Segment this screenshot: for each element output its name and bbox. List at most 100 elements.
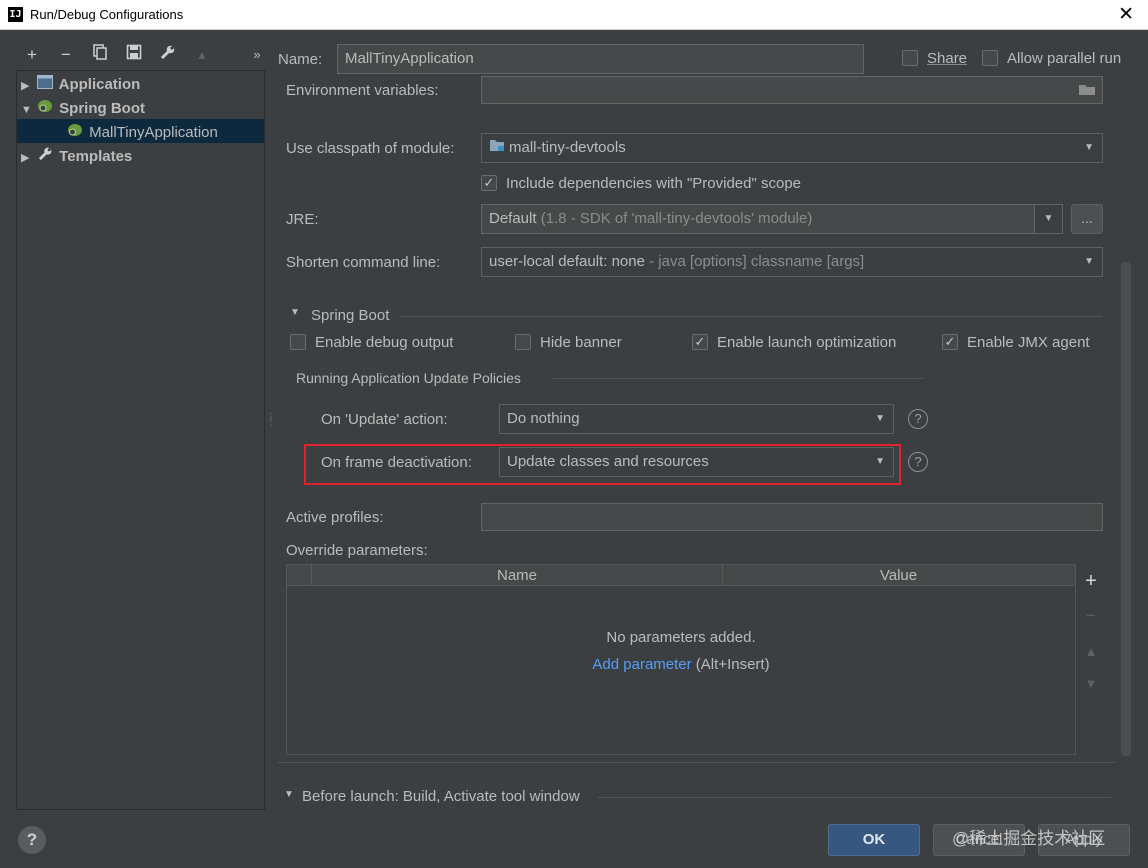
hide-banner-label: Hide banner (540, 334, 622, 351)
chevron-down-icon[interactable]: ▼ (1034, 205, 1062, 233)
section-divider (553, 378, 923, 379)
classpath-select[interactable]: mall-tiny-devtools ▼ (481, 133, 1103, 163)
configuration-tree: ▶ Application ▼ Spring Boot MallTinyAppl… (16, 70, 265, 810)
tree-item-label: MallTinyApplication (89, 124, 218, 141)
frame-deactivation-select[interactable]: Update classes and resources ▼ (499, 447, 894, 477)
shorten-cmd-value: user-local default: none (489, 253, 645, 270)
watermark-text: @稀土掘金技术社区 (952, 829, 1106, 848)
splitter-handle[interactable]: ⋮ ⋮ (266, 413, 276, 435)
remove-icon[interactable]: − (55, 44, 77, 66)
expand-arrow-icon[interactable]: ▶ (21, 74, 35, 98)
launch-optimization-checkbox[interactable]: ✓ (692, 334, 708, 350)
classpath-value: mall-tiny-devtools (509, 139, 626, 156)
override-params-label: Override parameters: (286, 542, 428, 559)
add-parameter-row: Add parameter (Alt+Insert) (287, 656, 1075, 673)
frame-deactivation-label: On frame deactivation: (321, 454, 472, 471)
jre-detail: (1.8 - SDK of 'mall-tiny-devtools' modul… (536, 210, 813, 227)
intellij-icon: IJ (8, 7, 23, 22)
shorten-cmd-select[interactable]: user-local default: none - java [options… (481, 247, 1103, 277)
move-down-icon[interactable]: ▼ (1078, 676, 1104, 691)
tree-item-mall-tiny-application[interactable]: MallTinyApplication (65, 120, 218, 144)
help-button[interactable]: ? (18, 826, 46, 854)
chevron-down-icon: ▼ (1084, 142, 1094, 153)
parallel-run-checkbox[interactable] (982, 50, 998, 66)
jre-label: JRE: (286, 211, 319, 228)
jre-select[interactable]: Default (1.8 - SDK of 'mall-tiny-devtool… (481, 204, 1063, 234)
move-up-icon[interactable]: ▲ (191, 44, 213, 66)
more-icon[interactable]: » (246, 44, 268, 66)
add-icon[interactable]: + (21, 44, 43, 66)
debug-output-checkbox[interactable] (290, 334, 306, 350)
add-icon[interactable]: + (1078, 570, 1104, 593)
before-launch-collapse-icon[interactable]: ▼ (284, 789, 294, 800)
section-collapse-icon[interactable]: ▼ (290, 307, 300, 318)
update-action-value: Do nothing (507, 410, 580, 427)
section-divider (598, 797, 1111, 798)
include-deps-checkbox[interactable]: ✓ (481, 175, 497, 191)
jre-value: Default (489, 210, 537, 227)
folder-icon[interactable] (1078, 79, 1096, 103)
env-vars-label: Environment variables: (286, 82, 439, 99)
jre-browse-button[interactable]: ... (1071, 204, 1103, 234)
expand-arrow-icon[interactable]: ▶ (21, 146, 35, 170)
chevron-down-icon: ▼ (875, 456, 885, 467)
parallel-run-label: Allow parallel run (1007, 50, 1122, 67)
shorten-cmd-label: Shorten command line: (286, 254, 441, 271)
shorten-cmd-detail: - java [options] classname [args] (644, 253, 865, 270)
close-icon[interactable]: ✕ (1118, 3, 1134, 26)
spring-boot-icon (35, 96, 55, 120)
chevron-down-icon: ▼ (875, 413, 885, 424)
update-policies-title: Running Application Update Policies (296, 370, 521, 386)
update-action-select[interactable]: Do nothing ▼ (499, 404, 894, 434)
before-launch-label: Before launch: Build, Activate tool wind… (302, 788, 580, 805)
share-checkbox[interactable] (902, 50, 918, 66)
tree-item-label: Application (58, 76, 141, 93)
table-header-spacer (287, 565, 311, 586)
help-icon[interactable]: ? (908, 409, 928, 429)
active-profiles-label: Active profiles: (286, 509, 384, 526)
tree-item-application[interactable]: ▶ Application (21, 72, 140, 96)
update-action-label: On 'Update' action: (321, 411, 448, 428)
panel-bottom-border (278, 762, 1115, 763)
launch-optimization-label: Enable launch optimization (717, 334, 897, 351)
tree-item-spring-boot[interactable]: ▼ Spring Boot (21, 96, 145, 120)
collapse-arrow-icon[interactable]: ▼ (21, 98, 35, 122)
window-titlebar: IJ Run/Debug Configurations ✕ (0, 0, 1148, 30)
jmx-agent-label: Enable JMX agent (967, 334, 1090, 351)
hide-banner-checkbox[interactable] (515, 334, 531, 350)
window-title: Run/Debug Configurations (30, 7, 184, 22)
share-label: Share (927, 50, 968, 67)
add-parameter-shortcut: (Alt+Insert) (691, 656, 770, 673)
help-icon[interactable]: ? (908, 452, 928, 472)
table-header: Name Value (287, 565, 1075, 586)
tree-item-templates[interactable]: ▶ Templates (21, 144, 132, 168)
include-deps-label: Include dependencies with "Provided" sco… (506, 175, 802, 192)
add-parameter-link[interactable]: Add parameter (592, 656, 691, 673)
env-vars-input[interactable] (481, 76, 1103, 104)
remove-icon[interactable]: − (1078, 606, 1104, 626)
tree-item-label: Spring Boot (59, 100, 145, 117)
name-label: Name: (278, 51, 323, 68)
section-divider (401, 316, 1102, 317)
copy-icon[interactable] (89, 44, 111, 66)
wrench-icon[interactable] (157, 44, 179, 66)
chevron-down-icon: ▼ (1084, 256, 1094, 267)
column-header-name[interactable]: Name (311, 565, 722, 586)
save-icon[interactable] (123, 44, 145, 66)
name-input[interactable]: MallTinyApplication (337, 44, 864, 74)
override-params-table: Name Value No parameters added. Add para… (286, 564, 1076, 755)
empty-message: No parameters added. (606, 629, 756, 646)
active-profiles-input[interactable] (481, 503, 1103, 531)
spring-app-icon (65, 120, 85, 144)
frame-deactivation-value: Update classes and resources (507, 453, 709, 470)
column-header-value[interactable]: Value (722, 565, 1074, 586)
wrench-icon (35, 144, 55, 168)
spring-boot-section-title: Spring Boot (311, 307, 390, 324)
move-up-icon[interactable]: ▲ (1078, 644, 1104, 659)
module-icon (489, 134, 509, 162)
tree-item-label: Templates (59, 148, 133, 165)
ok-button[interactable]: OK (828, 824, 920, 856)
debug-output-label: Enable debug output (315, 334, 454, 351)
vertical-scrollbar[interactable] (1121, 262, 1131, 756)
jmx-agent-checkbox[interactable]: ✓ (942, 334, 958, 350)
